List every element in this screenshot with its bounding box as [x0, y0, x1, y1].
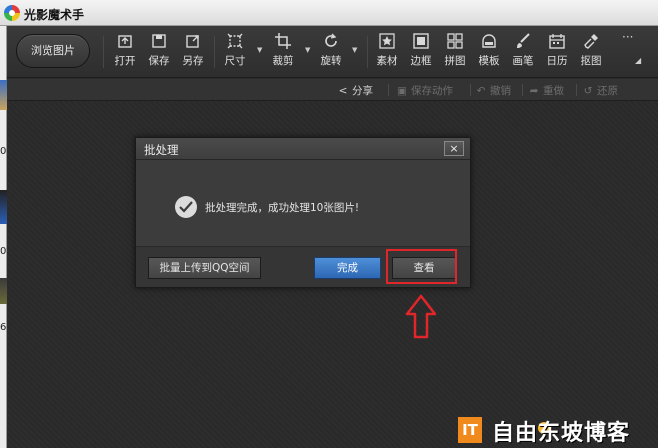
template-label: 模板	[478, 55, 500, 67]
collage-icon	[446, 32, 464, 50]
toolbar-expand-icon[interactable]: ◢	[635, 56, 641, 65]
strip-text: 0	[0, 246, 7, 257]
cutout-button[interactable]: 抠图	[577, 32, 605, 74]
rotate-label: 旋转	[320, 55, 342, 67]
background-window-strip: 0 0 6	[0, 26, 7, 448]
redo-label: 重做	[543, 85, 564, 97]
dialog-message: 批处理完成，成功处理10张图片!	[205, 202, 360, 214]
action-bar: < 分享 ▣ 保存动作 ↶ 撤销 ➦ 重做 ↺ 还原	[7, 79, 658, 101]
undo-button[interactable]: ↶ 撤销	[475, 83, 511, 98]
dialog-body: 批处理完成，成功处理10张图片!	[136, 161, 470, 245]
calendar-icon	[548, 32, 566, 50]
save-label: 保存	[148, 55, 170, 67]
toolbar-divider	[214, 36, 215, 68]
collage-label: 拼图	[444, 55, 466, 67]
resize-button[interactable]: 尺寸	[221, 32, 249, 74]
brush-icon	[514, 32, 532, 50]
more-tools-button[interactable]: ···	[622, 30, 633, 44]
save-action-icon: ▣	[397, 85, 407, 97]
undo-label: 撤销	[490, 85, 511, 97]
view-button-highlight	[386, 249, 457, 284]
resize-dropdown-icon[interactable]: ▼	[257, 46, 262, 54]
template-icon	[480, 32, 498, 50]
redo-button[interactable]: ➦ 重做	[528, 83, 564, 98]
template-button[interactable]: 模板	[475, 32, 503, 74]
pointer-arrow-icon	[405, 294, 437, 339]
cutout-icon	[582, 32, 600, 50]
crop-button[interactable]: 裁剪	[269, 32, 297, 74]
action-divider	[522, 84, 523, 96]
material-button[interactable]: 素材	[373, 32, 401, 74]
dialog-title: 批处理	[144, 143, 179, 157]
material-icon	[378, 32, 396, 50]
rotate-dropdown-icon[interactable]: ▼	[352, 46, 357, 54]
action-divider	[576, 84, 577, 96]
restore-icon: ↺	[583, 85, 593, 97]
save-as-icon	[184, 32, 202, 50]
save-as-button[interactable]: 另存	[179, 32, 207, 74]
open-label: 打开	[114, 55, 136, 67]
crop-dropdown-icon[interactable]: ▼	[305, 46, 310, 54]
border-button[interactable]: 边框	[407, 32, 435, 74]
restore-button[interactable]: ↺ 还原	[582, 83, 618, 98]
save-icon	[150, 32, 168, 50]
crop-label: 裁剪	[272, 55, 294, 67]
open-icon	[116, 32, 134, 50]
watermark-text: 自由东坡博客	[492, 421, 631, 446]
share-icon: <	[338, 85, 348, 97]
rotate-button[interactable]: 旋转	[317, 32, 345, 74]
brush-button[interactable]: 画笔	[509, 32, 537, 74]
save-as-label: 另存	[182, 55, 204, 67]
rotate-icon	[322, 32, 340, 50]
done-button[interactable]: 完成	[314, 257, 381, 279]
app-title: 光影魔术手	[24, 8, 85, 22]
watermark: IT 自由东坡博客	[458, 415, 658, 448]
app-logo-icon	[4, 5, 20, 21]
crop-icon	[274, 32, 292, 50]
strip-text: 6	[0, 322, 7, 333]
resize-label: 尺寸	[224, 55, 246, 67]
toolbar-divider	[103, 36, 104, 68]
watermark-badge: IT	[458, 417, 482, 443]
toolbar-divider	[367, 36, 368, 68]
calendar-label: 日历	[546, 55, 568, 67]
action-divider	[388, 84, 389, 96]
save-button[interactable]: 保存	[145, 32, 173, 74]
restore-label: 还原	[597, 85, 618, 97]
border-icon	[412, 32, 430, 50]
brush-label: 画笔	[512, 55, 534, 67]
strip-text: 0	[0, 146, 7, 157]
upload-to-qzone-button[interactable]: 批量上传到QQ空间	[148, 257, 261, 279]
border-label: 边框	[410, 55, 432, 67]
undo-icon: ↶	[476, 85, 486, 97]
material-label: 素材	[376, 55, 398, 67]
dialog-close-button[interactable]: ×	[444, 141, 464, 156]
resize-icon	[226, 32, 244, 50]
title-bar: 光影魔术手	[0, 0, 658, 26]
save-action-label: 保存动作	[411, 85, 453, 97]
success-check-icon	[175, 196, 197, 218]
cutout-label: 抠图	[580, 55, 602, 67]
share-label: 分享	[352, 85, 373, 97]
dialog-header: 批处理 ×	[136, 138, 470, 160]
redo-icon: ➦	[529, 85, 539, 97]
collage-button[interactable]: 拼图	[441, 32, 469, 74]
action-divider	[470, 84, 471, 96]
save-action-button[interactable]: ▣ 保存动作	[396, 83, 453, 98]
open-button[interactable]: 打开	[111, 32, 139, 74]
calendar-button[interactable]: 日历	[543, 32, 571, 74]
browse-images-button[interactable]: 浏览图片	[16, 34, 90, 68]
share-button[interactable]: < 分享	[337, 83, 373, 98]
main-toolbar: 浏览图片 打开 保存 另存 尺寸 ▼ 裁剪 ▼ 旋转 ▼ 素材 边框 拼图 模板…	[7, 26, 658, 78]
